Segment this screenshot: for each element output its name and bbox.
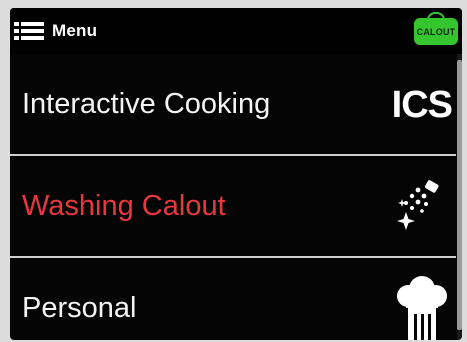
scrollbar-thumb[interactable] xyxy=(457,60,462,330)
menu-item-label: Washing Calout xyxy=(22,190,226,222)
menu-item-personal[interactable]: Personal xyxy=(10,258,456,340)
menu-item-interactive-cooking[interactable]: Interactive Cooking ICS xyxy=(10,54,456,154)
menu-label: Menu xyxy=(52,21,98,40)
chef-hat-icon xyxy=(397,276,447,340)
menu-item-label: Personal xyxy=(22,292,137,324)
menu-item-label: Interactive Cooking xyxy=(22,88,271,120)
sparkle-spray-icon xyxy=(397,180,439,230)
menu-item-washing-calout[interactable]: Washing Calout xyxy=(10,156,456,256)
scrollbar[interactable] xyxy=(457,54,462,340)
ics-logo: ICS xyxy=(391,84,453,126)
menu-button[interactable]: Menu xyxy=(14,18,97,44)
device-screen: Menu CALOUT Interactive Cooking ICS Wash… xyxy=(10,8,462,340)
calout-badge-text: CALOUT xyxy=(416,26,456,37)
calout-badge[interactable]: CALOUT xyxy=(414,12,458,45)
list-icon xyxy=(14,22,44,40)
menu-list: Interactive Cooking ICS Washing Calout P… xyxy=(10,54,456,340)
badge-handle-icon xyxy=(427,12,445,21)
top-bar: Menu CALOUT xyxy=(10,8,462,54)
